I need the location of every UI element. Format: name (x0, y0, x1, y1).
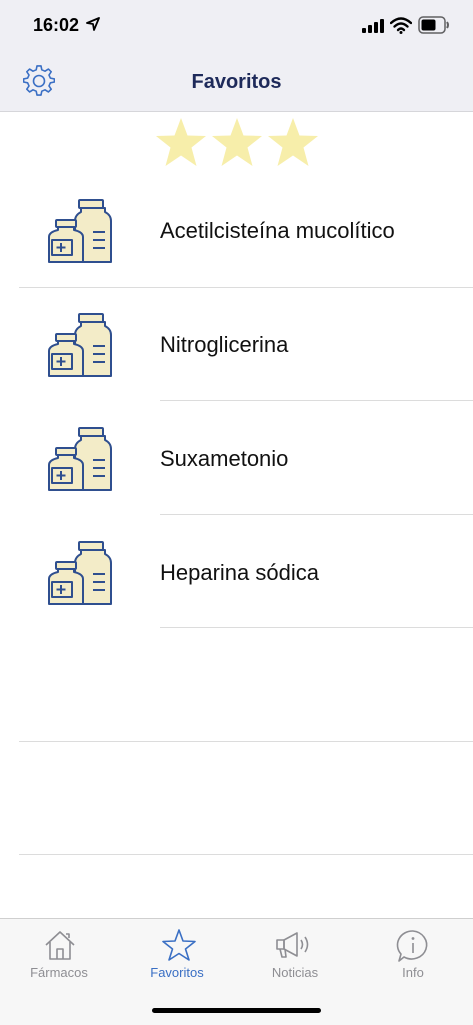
tab-label: Favoritos (150, 965, 204, 980)
wifi-icon (390, 17, 412, 34)
drug-name: Nitroglicerina (160, 332, 289, 357)
drug-name: Acetilcisteína mucolítico (160, 218, 395, 243)
favorites-stars-decoration (156, 118, 318, 166)
tab-info[interactable]: Info (354, 919, 472, 989)
star-icon (268, 118, 318, 166)
row-separator (19, 854, 473, 855)
tab-noticias[interactable]: Noticias (236, 919, 354, 989)
tab-favoritos[interactable]: Favoritos (118, 919, 236, 989)
navigation-bar: Favoritos (0, 52, 473, 112)
medicine-bottles-icon (48, 541, 112, 605)
list-item[interactable]: Nitroglicerina (0, 286, 473, 400)
location-arrow-icon (86, 17, 100, 31)
row-separator (19, 741, 473, 742)
star-icon (212, 118, 262, 166)
info-icon (396, 930, 428, 962)
medicine-bottles-icon (48, 199, 112, 263)
drug-name: Heparina sódica (160, 560, 319, 585)
tab-label: Fármacos (30, 965, 88, 980)
megaphone-icon (276, 932, 309, 958)
home-icon (45, 931, 75, 960)
medicine-bottles-icon (48, 427, 112, 491)
drug-name: Suxametonio (160, 446, 289, 471)
row-separator (160, 627, 473, 628)
cellular-signal-icon (362, 19, 384, 33)
list-item[interactable]: Suxametonio (0, 400, 473, 514)
tab-farmacos[interactable]: Fármacos (0, 919, 118, 989)
tab-label: Info (402, 965, 424, 980)
row-separator (19, 287, 473, 288)
list-item[interactable]: Acetilcisteína mucolítico (0, 172, 473, 286)
page-title: Favoritos (191, 71, 282, 93)
list-item[interactable]: Heparina sódica (0, 514, 473, 628)
row-separator (160, 400, 473, 401)
medicine-bottles-icon (48, 313, 112, 377)
status-time: 16:02 (33, 15, 80, 35)
status-bar: 16:02 (0, 0, 473, 52)
tab-label: Noticias (271, 965, 319, 980)
star-icon (156, 118, 206, 166)
row-separator (160, 514, 473, 515)
star-icon (162, 929, 196, 961)
battery-icon (418, 16, 449, 34)
home-indicator (152, 1008, 321, 1013)
